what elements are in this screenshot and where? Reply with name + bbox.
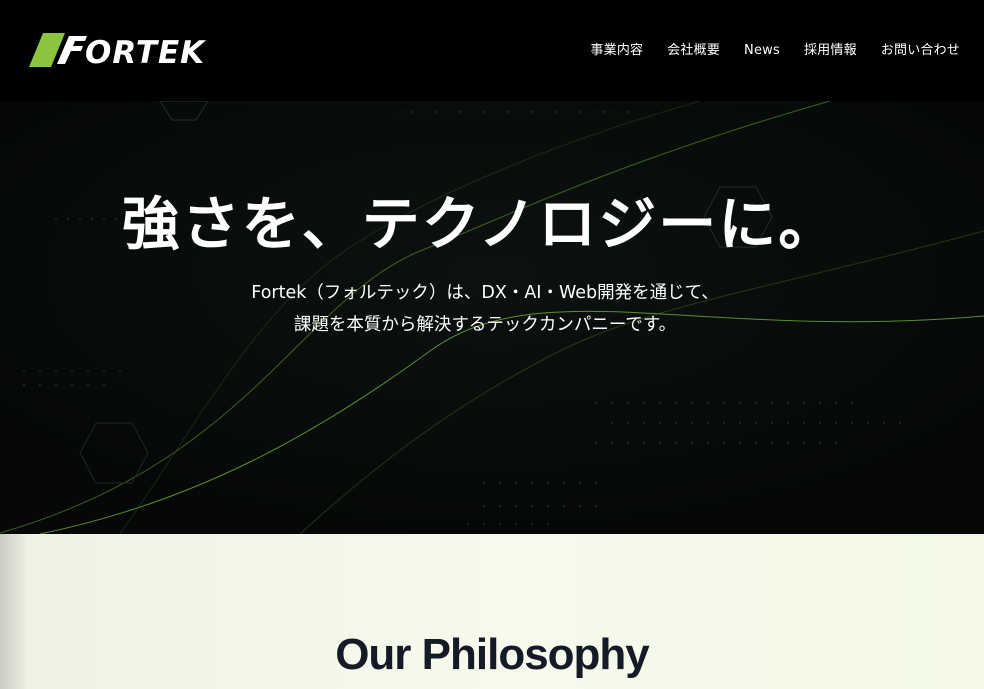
nav-item-business[interactable]: 事業内容 [590,42,643,59]
site-header: ORTEK 事業内容 会社概要 News 採用情報 お問い合わせ [0,0,984,101]
nav-item-news[interactable]: News [744,42,780,59]
nav-item-recruit[interactable]: 採用情報 [804,42,857,59]
hero-title: 強さを、テクノロジーに。 [121,190,839,258]
fortek-logo-mark: ORTEK [29,33,206,67]
philosophy-heading: Our Philosophy [335,630,650,679]
hero-subtitle-line1: Fortek（フォルテック）は、DX・AI・Web開発を通じて、 [251,283,719,303]
main-nav: 事業内容 会社概要 News 採用情報 お問い合わせ [566,42,960,59]
fortek-logo[interactable]: ORTEK [29,33,221,67]
philosophy-section: Our Philosophy [0,534,984,689]
nav-item-contact[interactable]: お問い合わせ [881,42,960,59]
nav-item-company[interactable]: 会社概要 [667,42,720,59]
hero-subtitle-line2: 課題を本質から解決するテックカンパニーです。 [293,315,677,335]
svg-text:ORTEK: ORTEK [85,35,206,67]
hero-section: 強さを、テクノロジーに。 Fortek（フォルテック）は、DX・AI・Web開発… [0,101,984,534]
